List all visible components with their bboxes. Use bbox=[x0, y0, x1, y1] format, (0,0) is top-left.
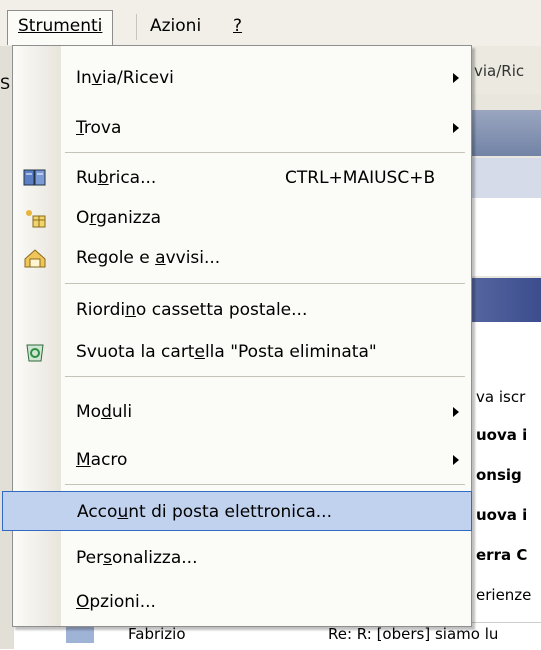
message-subject: Re: R: [obers] siamo lu bbox=[328, 625, 499, 643]
menu-item-invia-ricevi[interactable]: Invia/Ricevi bbox=[13, 58, 471, 98]
envelope-icon bbox=[66, 625, 94, 643]
menu-item-label: Riordino cassetta postale... bbox=[76, 300, 308, 320]
left-fragment: S bbox=[0, 74, 11, 93]
menu-item-opzioni[interactable]: Opzioni... bbox=[13, 582, 471, 622]
menu-item-label: Trova bbox=[76, 118, 122, 138]
message-sender: Fabrizio bbox=[128, 625, 186, 643]
submenu-arrow-icon bbox=[453, 123, 459, 133]
menu-strumenti-label: Strumenti bbox=[18, 16, 103, 36]
menu-item-label: Macro bbox=[76, 450, 128, 470]
menu-item-regole-avvisi[interactable]: Regole e avvisi... bbox=[13, 238, 471, 278]
message-row[interactable]: erra C bbox=[470, 546, 541, 564]
menu-separator bbox=[65, 484, 465, 485]
menu-item-svuota-cestino[interactable]: Svuota la cartella "Posta eliminata" bbox=[13, 332, 471, 372]
message-row[interactable]: onsig bbox=[470, 466, 541, 484]
menu-separator bbox=[65, 376, 465, 377]
menu-separator bbox=[65, 152, 465, 153]
menu-item-label: Account di posta elettronica... bbox=[77, 502, 332, 522]
menu-item-label: Regole e avvisi... bbox=[76, 248, 221, 268]
menu-item-personalizza[interactable]: Personalizza... bbox=[13, 538, 471, 578]
rules-icon bbox=[23, 247, 47, 269]
background-header-bar bbox=[470, 110, 541, 156]
message-subject: onsig bbox=[476, 466, 522, 484]
menu-item-label: Svuota la cartella "Posta eliminata" bbox=[76, 342, 377, 362]
submenu-arrow-icon bbox=[453, 455, 459, 465]
menu-item-label: Rubrica... bbox=[76, 168, 157, 188]
menu-item-macro[interactable]: Macro bbox=[13, 440, 471, 480]
menu-bar: Strumenti Azioni ? bbox=[0, 0, 541, 46]
menu-shortcut: CTRL+MAIUSC+B bbox=[285, 168, 436, 188]
background-selected-folder bbox=[470, 278, 541, 322]
submenu-arrow-icon bbox=[453, 407, 459, 417]
message-row[interactable]: erienze bbox=[470, 586, 541, 604]
menu-strumenti[interactable]: Strumenti bbox=[7, 10, 114, 45]
message-subject: erra C bbox=[476, 546, 528, 564]
menu-item-trova[interactable]: Trova bbox=[13, 108, 471, 148]
menu-azioni[interactable]: Azioni bbox=[140, 11, 211, 41]
message-subject: uova i bbox=[476, 506, 528, 524]
menu-help-label: ? bbox=[233, 16, 243, 36]
menu-item-account-posta[interactable]: Account di posta elettronica... bbox=[2, 491, 472, 531]
strumenti-dropdown-menu: Invia/Ricevi Trova Rubrica... CTRL+MAIUS… bbox=[2, 45, 472, 627]
menu-azioni-label: Azioni bbox=[150, 16, 202, 36]
message-subject: uova i bbox=[476, 426, 528, 444]
menu-item-label: Personalizza... bbox=[76, 548, 198, 568]
menu-item-moduli[interactable]: Moduli bbox=[13, 392, 471, 432]
menu-item-riordino[interactable]: Riordino cassetta postale... bbox=[13, 290, 471, 330]
menu-separator bbox=[65, 283, 465, 284]
menu-item-rubrica[interactable]: Rubrica... CTRL+MAIUSC+B bbox=[13, 158, 471, 198]
message-row[interactable]: va iscr bbox=[470, 388, 541, 406]
menu-item-label: Invia/Ricevi bbox=[76, 68, 174, 88]
background-toolbar: via/Ric bbox=[470, 46, 541, 94]
menu-help[interactable]: ? bbox=[223, 11, 252, 41]
menu-item-organizza[interactable]: Organizza bbox=[13, 198, 471, 238]
organize-icon bbox=[23, 207, 47, 229]
menu-item-label: Opzioni... bbox=[76, 592, 156, 612]
background-subheader bbox=[470, 158, 541, 198]
menu-item-label: Moduli bbox=[76, 402, 133, 422]
menu-item-label: Organizza bbox=[76, 208, 162, 228]
toolbar-fragment: via/Ric bbox=[474, 62, 525, 80]
background-pane bbox=[470, 198, 541, 276]
message-row[interactable]: uova i bbox=[470, 506, 541, 524]
recycle-bin-icon bbox=[23, 341, 47, 363]
message-subject: erienze bbox=[476, 586, 532, 604]
address-book-icon bbox=[23, 167, 47, 189]
submenu-arrow-icon bbox=[453, 73, 459, 83]
menubar-divider bbox=[136, 14, 137, 40]
message-row[interactable]: uova i bbox=[470, 426, 541, 444]
message-subject: va iscr bbox=[476, 388, 526, 406]
